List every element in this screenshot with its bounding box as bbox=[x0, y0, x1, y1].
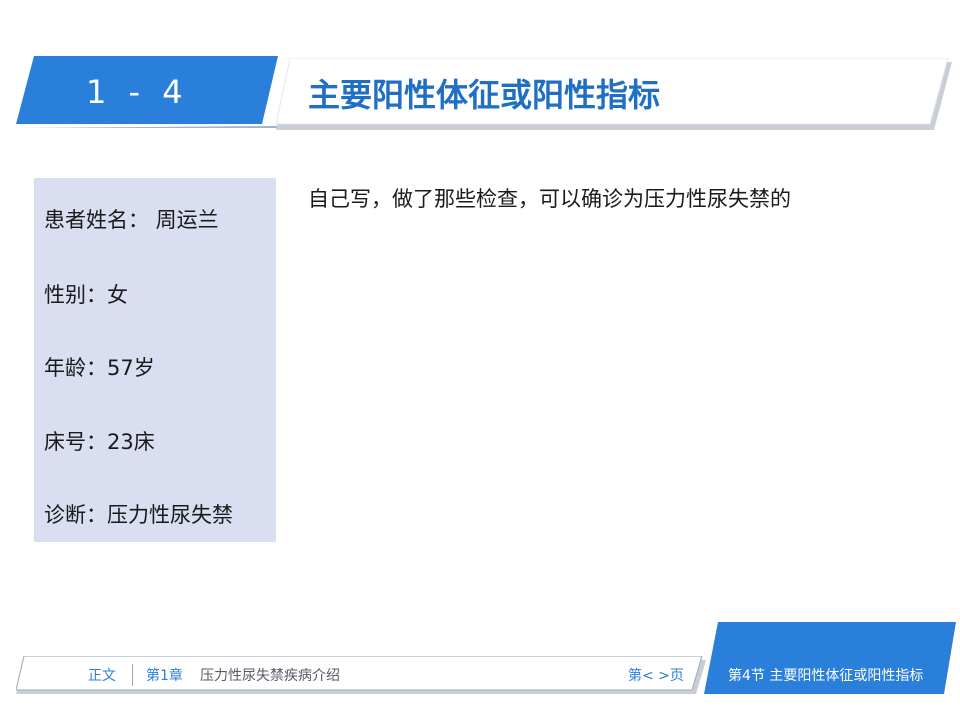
patient-name: 患者姓名： 周运兰 bbox=[44, 208, 219, 232]
slide: 1 - 4 主要阳性体征或阳性指标 患者姓名： 周运兰 性别：女 年龄：57岁 … bbox=[0, 0, 960, 720]
footer-page-indicator: 第< >页 bbox=[628, 668, 684, 684]
title-bar: 主要阳性体征或阳性指标 bbox=[276, 58, 952, 130]
section-number-badge: 1 - 4 bbox=[16, 56, 278, 128]
patient-bed: 床号：23床 bbox=[44, 430, 155, 454]
footer-chapter-title: 压力性尿失禁疾病介绍 bbox=[200, 668, 340, 684]
patient-age: 年龄：57岁 bbox=[44, 356, 155, 380]
patient-gender: 性别：女 bbox=[44, 283, 128, 307]
page-title: 主要阳性体征或阳性指标 bbox=[308, 76, 661, 114]
footer-bar-shape bbox=[16, 656, 706, 694]
footer-bar: 正文 第1章 压力性尿失禁疾病介绍 第< >页 bbox=[16, 656, 706, 694]
footer-main-link[interactable]: 正文 bbox=[88, 666, 116, 686]
body-note: 自己写，做了那些检查，可以确诊为压力性尿失禁的 bbox=[308, 187, 791, 211]
footer-chapter-link[interactable]: 第1章 bbox=[146, 666, 183, 686]
footer-section-label: 第4节 主要阳性体征或阳性指标 bbox=[728, 668, 924, 684]
section-number: 1 - 4 bbox=[86, 73, 189, 111]
patient-diagnosis: 诊断：压力性尿失禁 bbox=[44, 503, 233, 527]
footer-divider bbox=[132, 664, 133, 686]
footer-section-tag: 第4节 主要阳性体征或阳性指标 bbox=[704, 622, 956, 694]
patient-info-panel: 患者姓名： 周运兰 性别：女 年龄：57岁 床号：23床 诊断：压力性尿失禁 bbox=[34, 178, 276, 542]
